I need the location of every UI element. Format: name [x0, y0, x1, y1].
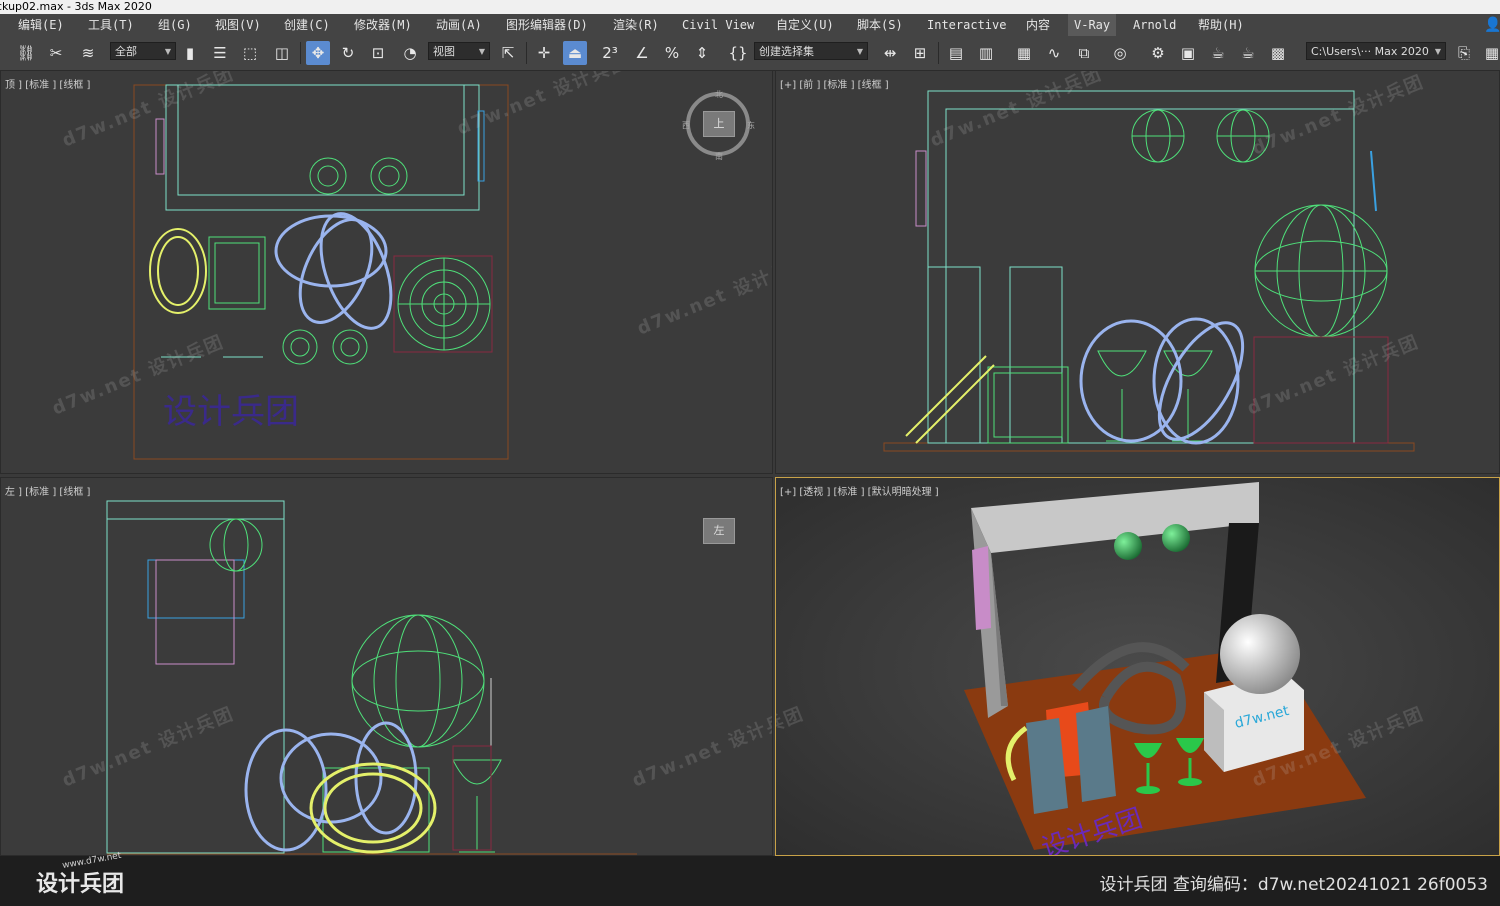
- mirror-icon[interactable]: ⇹: [878, 41, 902, 65]
- select-object-icon[interactable]: ▮: [178, 41, 202, 65]
- menu-vray[interactable]: V-Ray: [1068, 14, 1117, 36]
- viewport-top-label[interactable]: 顶 ] [标准 ] [线框 ]: [5, 76, 90, 91]
- footer-query-code: 设计兵团 查询编码：d7w.net20241021 26f0053: [1099, 875, 1488, 895]
- menu-create[interactable]: 创建(C): [284, 14, 330, 36]
- curve-editor-icon[interactable]: ∿: [1042, 41, 1066, 65]
- rendered-frame-window-icon[interactable]: ▣: [1176, 41, 1200, 65]
- set-project-folder-icon[interactable]: ⎘: [1452, 41, 1476, 65]
- viewport-left[interactable]: 左 ] [标准 ] [线框 ] 左 d7w.net 设计兵团 d7w.net 设…: [0, 477, 773, 856]
- link-icon[interactable]: ⛓: [14, 41, 38, 65]
- toggle-ribbon-icon[interactable]: ▦: [1012, 41, 1036, 65]
- viewport-front-label[interactable]: [+] [前 ] [标准 ] [线框 ]: [780, 76, 889, 91]
- menu-graph-editors[interactable]: 图形编辑器(D): [506, 14, 588, 36]
- percent-snap-icon[interactable]: %: [660, 41, 684, 65]
- window-title: ckup02.max - 3ds Max 2020: [0, 0, 152, 13]
- render-activeshade-icon[interactable]: ☕: [1236, 41, 1260, 65]
- menu-interactive[interactable]: Interactive: [927, 14, 1006, 36]
- select-scale-icon[interactable]: ⊡: [366, 41, 390, 65]
- edit-named-selection-icon[interactable]: {}: [726, 41, 750, 65]
- keyboard-shortcut-toggle-icon[interactable]: ⏏: [563, 41, 587, 65]
- footer-logo: 设计兵团: [36, 872, 125, 897]
- front-view-scene: [883, 90, 1415, 452]
- bind-spacewarp-icon[interactable]: ≋: [76, 41, 100, 65]
- scene-explorer-icon[interactable]: ▤: [944, 41, 968, 65]
- layer-explorer-icon[interactable]: ▥: [974, 41, 998, 65]
- select-manipulate-icon[interactable]: ✛: [532, 41, 556, 65]
- render-setup-icon[interactable]: ⚙: [1146, 41, 1170, 65]
- viewcube-left[interactable]: 左: [703, 518, 735, 544]
- viewport-perspective[interactable]: 设计兵团 d7w.net [+] [透视 ] [标准 ] [默认明暗处理 ] d…: [775, 477, 1500, 856]
- named-selection-dropdown[interactable]: 创建选择集 ▼: [754, 42, 868, 60]
- render-in-cloud-icon[interactable]: ▩: [1266, 41, 1290, 65]
- select-move-icon[interactable]: ✥: [306, 41, 330, 65]
- viewport-top[interactable]: 设计兵团 顶 ] [标准 ] [线框 ] 上 北 南 东 西 d7w.net 设…: [0, 70, 773, 474]
- window-crossing-icon[interactable]: ◫: [270, 41, 294, 65]
- select-by-name-icon[interactable]: ☰: [208, 41, 232, 65]
- rect-selection-region-icon[interactable]: ⬚: [238, 41, 262, 65]
- menu-modifiers[interactable]: 修改器(M): [354, 14, 412, 36]
- top-scene-logo: 设计兵团: [163, 392, 299, 432]
- viewport-left-label[interactable]: 左 ] [标准 ] [线框 ]: [5, 483, 90, 498]
- menu-edit[interactable]: 编辑(E): [18, 14, 64, 36]
- select-rotate-icon[interactable]: ↻: [336, 41, 360, 65]
- top-view-scene: 设计兵团: [133, 84, 750, 460]
- menu-rendering[interactable]: 渲染(R): [613, 14, 659, 36]
- unlink-icon[interactable]: ✂: [44, 41, 68, 65]
- menu-group[interactable]: 组(G): [158, 14, 192, 36]
- snaps-toggle-icon[interactable]: 2³: [598, 41, 622, 65]
- select-place-icon[interactable]: ◔: [398, 41, 422, 65]
- menu-views[interactable]: 视图(V): [215, 14, 261, 36]
- more-tools-icon[interactable]: ▦: [1480, 41, 1500, 65]
- align-icon[interactable]: ⊞: [908, 41, 932, 65]
- viewcube-top[interactable]: 上: [703, 111, 735, 137]
- pivot-center-icon[interactable]: ⇱: [496, 41, 520, 65]
- compass-east: 东: [747, 121, 755, 130]
- perspective-view-scene: 设计兵团 d7w.net: [776, 478, 1499, 855]
- viewport-front[interactable]: [+] [前 ] [标准 ] [线框 ] d7w.net 设计兵团 d7w.ne…: [775, 70, 1500, 474]
- compass-south: 南: [715, 152, 723, 161]
- menu-scripting[interactable]: 脚本(S): [857, 14, 903, 36]
- window-titlebar: ckup02.max - 3ds Max 2020: [0, 0, 1500, 14]
- user-icon[interactable]: 👤: [1484, 14, 1500, 36]
- render-production-icon[interactable]: ☕: [1206, 41, 1230, 65]
- menu-tools[interactable]: 工具(T): [88, 14, 134, 36]
- compass-west: 西: [682, 121, 690, 130]
- menu-bar: 编辑(E) 工具(T) 组(G) 视图(V) 创建(C) 修改器(M) 动画(A…: [0, 14, 1500, 37]
- angle-snap-icon[interactable]: ∠: [630, 41, 654, 65]
- main-toolbar: ⛓ ✂ ≋ 全部 ▼ ▮ ☰ ⬚ ◫ ✥ ↻ ⊡ ◔ 视图 ▼ ⇱ ✛ ⏏ 2³ ∠…: [0, 36, 1500, 71]
- spinner-snap-icon[interactable]: ⇕: [690, 41, 714, 65]
- project-folder-dropdown[interactable]: C:\Users\··· Max 2020 ▼: [1306, 42, 1446, 60]
- schematic-view-icon[interactable]: ⧉: [1072, 41, 1096, 65]
- menu-help[interactable]: 帮助(H): [1198, 14, 1244, 36]
- menu-customize[interactable]: 自定义(U): [776, 14, 834, 36]
- reference-coord-dropdown[interactable]: 视图 ▼: [428, 42, 490, 60]
- menu-content[interactable]: 内容: [1026, 14, 1050, 36]
- left-view-scene: [106, 500, 637, 855]
- menu-arnold[interactable]: Arnold: [1133, 14, 1176, 36]
- viewport-persp-label[interactable]: [+] [透视 ] [标准 ] [默认明暗处理 ]: [780, 483, 939, 498]
- menu-civil-view[interactable]: Civil View: [682, 14, 754, 36]
- material-editor-icon[interactable]: ◎: [1108, 41, 1132, 65]
- menu-animation[interactable]: 动画(A): [436, 14, 482, 36]
- selection-filter-dropdown[interactable]: 全部 ▼: [110, 42, 176, 60]
- compass-north: 北: [715, 90, 723, 99]
